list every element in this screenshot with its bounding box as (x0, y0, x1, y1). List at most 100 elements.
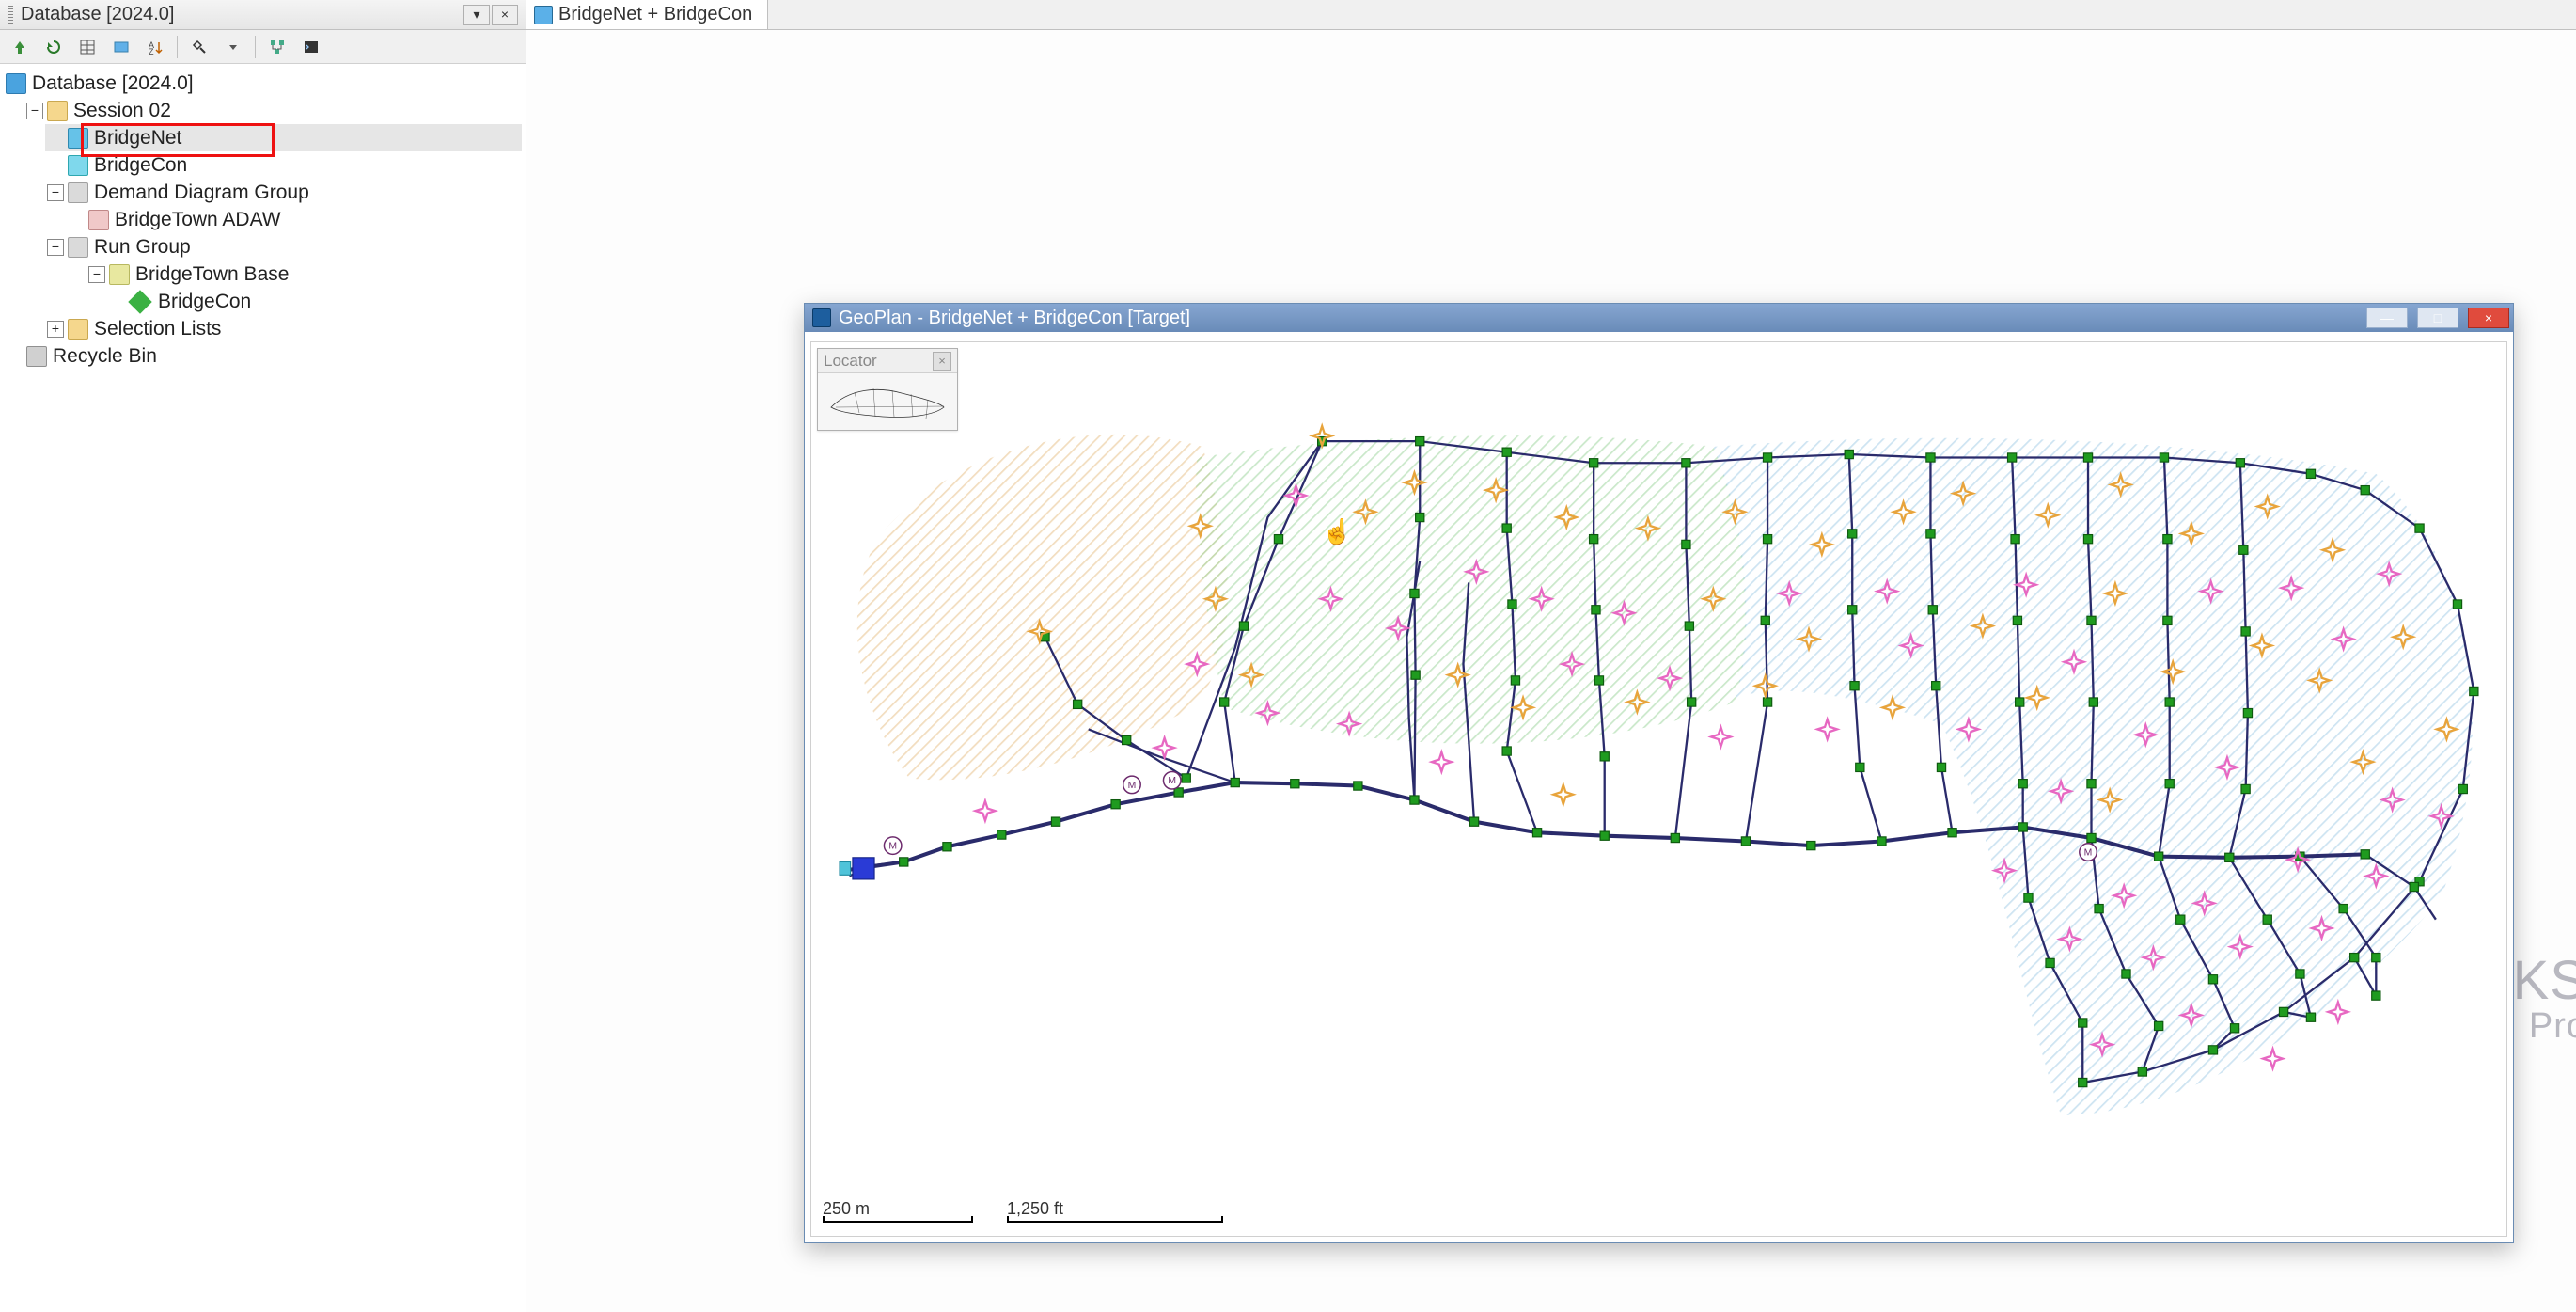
geoplan-viewport[interactable]: Locator × (810, 341, 2507, 1237)
node-junction[interactable] (1123, 735, 1131, 744)
node-junction[interactable] (1937, 763, 1945, 771)
node-junction[interactable] (1590, 459, 1598, 467)
node-customer[interactable] (2263, 1049, 2283, 1068)
node-junction[interactable] (2208, 1046, 2217, 1054)
tree-session[interactable]: − Session 02 (24, 97, 522, 124)
node-junction[interactable] (2306, 469, 2315, 478)
node-junction[interactable] (2225, 853, 2234, 861)
toolbar-sort-icon[interactable]: AZ (143, 35, 167, 59)
node-junction[interactable] (1220, 698, 1229, 706)
node-junction[interactable] (1174, 788, 1183, 797)
node-customer[interactable] (976, 801, 996, 821)
node-junction[interactable] (2208, 975, 2217, 984)
node-junction[interactable] (1763, 698, 1771, 706)
node-junction[interactable] (2453, 600, 2461, 609)
panel-close-button[interactable]: × (492, 5, 518, 25)
node-junction[interactable] (1682, 459, 1690, 467)
node-hydrant[interactable] (1553, 784, 1573, 804)
node-junction[interactable] (997, 830, 1006, 839)
node-junction[interactable] (1182, 774, 1190, 782)
node-junction[interactable] (2046, 958, 2054, 967)
node-junction[interactable] (1231, 778, 1239, 786)
window-maximize-button[interactable]: □ (2417, 308, 2458, 328)
node-junction[interactable] (2087, 780, 2096, 788)
node-junction[interactable] (1508, 600, 1516, 609)
node-junction[interactable] (1594, 676, 1603, 685)
tab-bridgenet-bridgecon[interactable]: BridgeNet + BridgeCon (526, 0, 768, 29)
node-junction[interactable] (2163, 535, 2172, 544)
reservoir-node[interactable] (853, 858, 874, 879)
node-junction[interactable] (2013, 616, 2021, 624)
node-junction[interactable] (1926, 453, 1935, 462)
grip-handle[interactable] (8, 6, 13, 24)
node-junction[interactable] (1856, 763, 1864, 771)
node-junction[interactable] (1761, 616, 1769, 624)
toolbar-terminal-icon[interactable] (299, 35, 323, 59)
window-close-button[interactable]: × (2468, 308, 2509, 328)
pipe[interactable] (1089, 729, 1235, 782)
collapse-icon[interactable]: − (88, 266, 105, 283)
node-junction[interactable] (2016, 698, 2024, 706)
toolbar-up-icon[interactable] (8, 35, 32, 59)
node-junction[interactable] (1274, 535, 1282, 544)
node-hydrant[interactable] (1312, 426, 1332, 446)
node-junction[interactable] (1502, 524, 1511, 532)
node-junction[interactable] (1682, 540, 1690, 548)
node-junction[interactable] (2165, 780, 2174, 788)
node-junction[interactable] (2087, 616, 2096, 624)
collapse-icon[interactable]: − (47, 184, 64, 201)
geoplan-window[interactable]: GeoPlan - BridgeNet + BridgeCon [Target]… (804, 303, 2514, 1243)
node-junction[interactable] (1469, 817, 1478, 826)
geoplan-titlebar[interactable]: GeoPlan - BridgeNet + BridgeCon [Target]… (805, 304, 2513, 332)
node-junction[interactable] (1877, 837, 1886, 846)
node-junction[interactable] (2165, 698, 2174, 706)
node-junction[interactable] (2306, 1013, 2315, 1021)
node-customer[interactable] (1817, 719, 1837, 739)
database-tree[interactable]: Database [2024.0] − Session 02 (0, 64, 526, 375)
node-junction[interactable] (2263, 915, 2271, 924)
toolbar-find-icon[interactable] (187, 35, 212, 59)
tree-item-bridgenet[interactable]: BridgeNet (45, 124, 522, 151)
node-junction[interactable] (2458, 784, 2467, 793)
node-junction[interactable] (2089, 698, 2097, 706)
node-junction[interactable] (1848, 606, 1857, 614)
network-map[interactable]: MMMM (811, 342, 2506, 1236)
node-junction[interactable] (2279, 1007, 2287, 1016)
node-junction[interactable] (2011, 535, 2019, 544)
expand-icon[interactable]: + (47, 321, 64, 338)
panel-header[interactable]: Database [2024.0] ▾ × (0, 0, 526, 30)
node-junction[interactable] (1411, 671, 1420, 679)
toolbar-dropdown-icon[interactable] (221, 35, 245, 59)
node-junction[interactable] (2361, 850, 2369, 859)
toolbar-view-icon[interactable] (109, 35, 134, 59)
tree-root[interactable]: Database [2024.0] (4, 70, 522, 97)
node-junction[interactable] (1532, 829, 1541, 837)
node-junction[interactable] (1416, 513, 1424, 521)
node-junction[interactable] (1928, 606, 1937, 614)
toolbar-tree-icon[interactable] (265, 35, 290, 59)
node-junction[interactable] (1511, 676, 1519, 685)
node-junction[interactable] (2163, 616, 2172, 624)
node-junction[interactable] (1850, 682, 1859, 690)
node-junction[interactable] (2018, 823, 2027, 831)
node-junction[interactable] (2176, 915, 2185, 924)
node-junction[interactable] (2160, 453, 2168, 462)
tree-item-bridgetown-base[interactable]: − BridgeTown Base (86, 261, 522, 288)
node-junction[interactable] (2079, 1078, 2087, 1086)
node-customer[interactable] (1711, 727, 1731, 747)
panel-pin-button[interactable]: ▾ (463, 5, 490, 25)
node-junction[interactable] (1671, 833, 1679, 842)
node-junction[interactable] (1926, 530, 1935, 538)
node-junction[interactable] (2083, 453, 2092, 462)
node-junction[interactable] (2083, 535, 2092, 544)
node-junction[interactable] (1763, 535, 1771, 544)
node-junction[interactable] (1848, 530, 1857, 538)
node-junction[interactable] (1932, 682, 1940, 690)
node-junction[interactable] (1111, 800, 1120, 809)
node-junction[interactable] (1410, 796, 1419, 804)
node-junction[interactable] (2415, 524, 2424, 532)
toolbar-refresh-icon[interactable] (41, 35, 66, 59)
node-junction[interactable] (2122, 970, 2130, 978)
node-customer[interactable] (2328, 1003, 2348, 1022)
node-junction[interactable] (1354, 782, 1362, 790)
